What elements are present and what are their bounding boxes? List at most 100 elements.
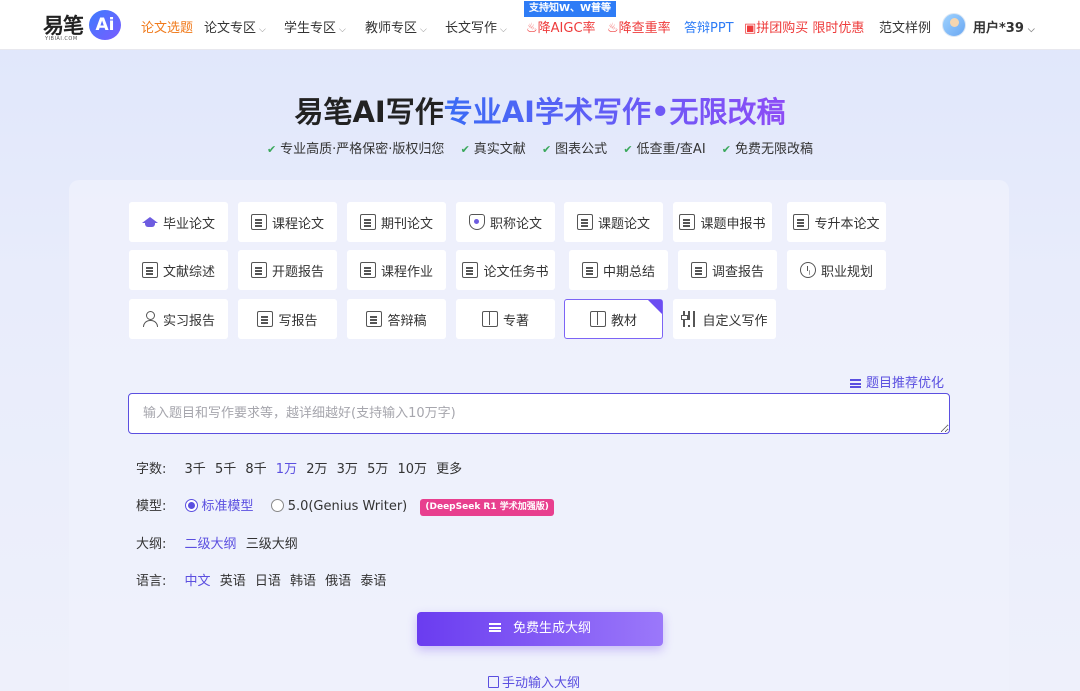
document-icon: [679, 214, 696, 230]
wordcount-option[interactable]: 2万: [306, 462, 327, 477]
hero-title-brand: 易笔AI写作: [294, 95, 444, 129]
list-icon: [488, 623, 501, 632]
person-icon: [142, 311, 158, 327]
nav-reduce-plagiarism[interactable]: ♨降查重率: [607, 17, 671, 36]
nav-teacher-zone[interactable]: 教师专区 ⌵: [365, 17, 427, 36]
graduation-cap-icon: [141, 214, 158, 230]
nav-topic-selection[interactable]: 论文选题: [141, 17, 193, 36]
chevron-down-icon: ⌵: [1027, 25, 1035, 35]
wordcount-option[interactable]: 3千: [185, 462, 206, 477]
document-icon: [581, 262, 598, 278]
avatar: [942, 13, 966, 37]
report-icon: [250, 262, 267, 278]
clock-icon: [799, 262, 816, 278]
book-icon: [481, 311, 498, 327]
check-icon: ✔: [541, 143, 552, 156]
document-icon: [250, 214, 267, 230]
language-option-selected[interactable]: 中文: [185, 574, 211, 589]
type-project-paper[interactable]: 课题论文: [564, 202, 663, 242]
journal-icon: [359, 214, 376, 230]
check-icon: ✔: [460, 143, 470, 156]
model-option-standard[interactable]: 标准模型: [184, 499, 254, 514]
user-name: 用户*39: [973, 21, 1024, 36]
wordcount-option[interactable]: 5千: [215, 462, 236, 477]
type-internship-report[interactable]: 实习报告: [129, 299, 228, 339]
language-option[interactable]: 泰语: [360, 574, 386, 589]
outline-option-selected[interactable]: 二级大纲: [185, 537, 237, 552]
nav-paper-zone[interactable]: 论文专区 ⌵: [204, 17, 266, 36]
logo-ai-badge: Ai: [89, 10, 121, 40]
type-upgrade-paper[interactable]: 专升本论文: [787, 202, 886, 242]
chevron-down-icon: ⌵: [339, 25, 346, 35]
radio-icon: [270, 499, 284, 512]
manual-outline-link[interactable]: 手动输入大纲: [488, 672, 580, 691]
nav-student-zone[interactable]: 学生专区 ⌵: [284, 17, 346, 36]
group-buy-icon: ▣: [744, 21, 757, 36]
language-row: 语言: 中文 英语 日语 韩语 俄语 泰语: [136, 570, 391, 589]
wordcount-option-selected[interactable]: 1万: [276, 462, 297, 477]
flame-icon: ♨: [607, 21, 619, 36]
type-course-assignment[interactable]: 课程作业: [347, 250, 446, 290]
type-thesis-task-book[interactable]: 论文任务书: [456, 250, 555, 290]
type-defense-script[interactable]: 答辩稿: [347, 299, 446, 339]
nav-reduce-aigc[interactable]: ♨降AIGC率: [526, 17, 596, 36]
feature-list: ✔ 专业高质·严格保密·版权归您 ✔ 真实文献 ✔ 图表公式 ✔ 低查重/查AI ✔ 免费…: [0, 138, 1080, 157]
flame-icon: ♨: [526, 21, 538, 36]
hero-title-slogan: 专业AI学术写作•无限改稿: [443, 95, 786, 129]
type-textbook[interactable]: 教材: [564, 299, 663, 339]
user-menu[interactable]: 用户*39 ⌵: [942, 13, 1042, 39]
type-midterm-summary[interactable]: 中期总结: [569, 250, 668, 290]
outline-label: 大纲:: [136, 537, 167, 552]
type-literature-review[interactable]: 文献综述: [129, 250, 228, 290]
chevron-down-icon: ⌵: [259, 25, 266, 35]
checklist-icon: [366, 311, 383, 327]
nav-long-writing[interactable]: 长文写作 ⌵: [445, 17, 507, 36]
language-option[interactable]: 俄语: [325, 574, 351, 589]
sliders-icon: [681, 311, 697, 327]
type-graduation-thesis[interactable]: 毕业论文: [129, 202, 228, 242]
type-monograph[interactable]: 专著: [456, 299, 555, 339]
document-icon: [141, 262, 158, 278]
nav-sample-papers[interactable]: 范文样例: [879, 17, 931, 36]
generate-outline-button[interactable]: 免费生成大纲: [417, 612, 663, 646]
feature-item: ✔ 免费无限改稿: [721, 142, 814, 157]
site-logo[interactable]: 易笔 Ai YIBIAI.COM: [43, 10, 123, 44]
type-career-planning[interactable]: 职业规划: [787, 250, 886, 290]
nav-group-buy[interactable]: ▣拼团购买 限时优惠: [744, 17, 864, 36]
model-row: 模型: 标准模型 5.0(Genius Writer) (DeepSeek R1…: [136, 495, 554, 516]
report-icon: [690, 262, 707, 278]
deepseek-badge: (DeepSeek R1 学术加强版): [420, 499, 554, 516]
wordcount-option[interactable]: 3万: [337, 462, 358, 477]
type-write-report[interactable]: 写报告: [238, 299, 337, 339]
language-option[interactable]: 英语: [220, 574, 246, 589]
type-custom-writing[interactable]: 自定义写作: [673, 299, 776, 339]
nav-defense-ppt[interactable]: 答辩PPT: [684, 17, 734, 36]
edit-icon: [488, 676, 499, 688]
type-course-paper[interactable]: 课程论文: [238, 202, 337, 242]
radio-selected-icon: [184, 499, 198, 512]
shield-icon: [468, 214, 485, 230]
wordcount-option[interactable]: 8千: [245, 462, 266, 477]
outline-row: 大纲: 二级大纲 三级大纲: [136, 533, 303, 552]
type-journal-paper[interactable]: 期刊论文: [347, 202, 446, 242]
wordcount-row: 字数: 3千 5千 8千 1万 2万 3万 5万 10万 更多: [136, 458, 467, 477]
wordcount-option[interactable]: 更多: [436, 462, 462, 477]
type-project-proposal[interactable]: 课题申报书: [673, 202, 772, 242]
model-option-genius[interactable]: 5.0(Genius Writer): [270, 499, 407, 514]
type-survey-report[interactable]: 调查报告: [678, 250, 777, 290]
document-icon: [462, 262, 479, 278]
wordcount-option[interactable]: 10万: [397, 462, 427, 477]
type-proposal-report[interactable]: 开题报告: [238, 250, 337, 290]
top-header: 易笔 Ai YIBIAI.COM 论文选题 论文专区 ⌵ 学生专区 ⌵ 教师专区 ⌵ …: [0, 0, 1080, 50]
wordcount-option[interactable]: 5万: [367, 462, 388, 477]
topic-input[interactable]: [128, 393, 950, 434]
chevron-down-icon: ⌵: [420, 25, 427, 35]
model-label: 模型:: [136, 499, 167, 514]
topic-optimize-link[interactable]: 题目推荐优化: [850, 372, 944, 391]
support-badge: 支持知W、W普等: [524, 1, 617, 17]
feature-item: ✔ 真实文献: [460, 142, 526, 157]
language-option[interactable]: 韩语: [290, 574, 316, 589]
type-professional-title-paper[interactable]: 职称论文: [456, 202, 555, 242]
outline-option[interactable]: 三级大纲: [246, 537, 298, 552]
language-option[interactable]: 日语: [255, 574, 281, 589]
